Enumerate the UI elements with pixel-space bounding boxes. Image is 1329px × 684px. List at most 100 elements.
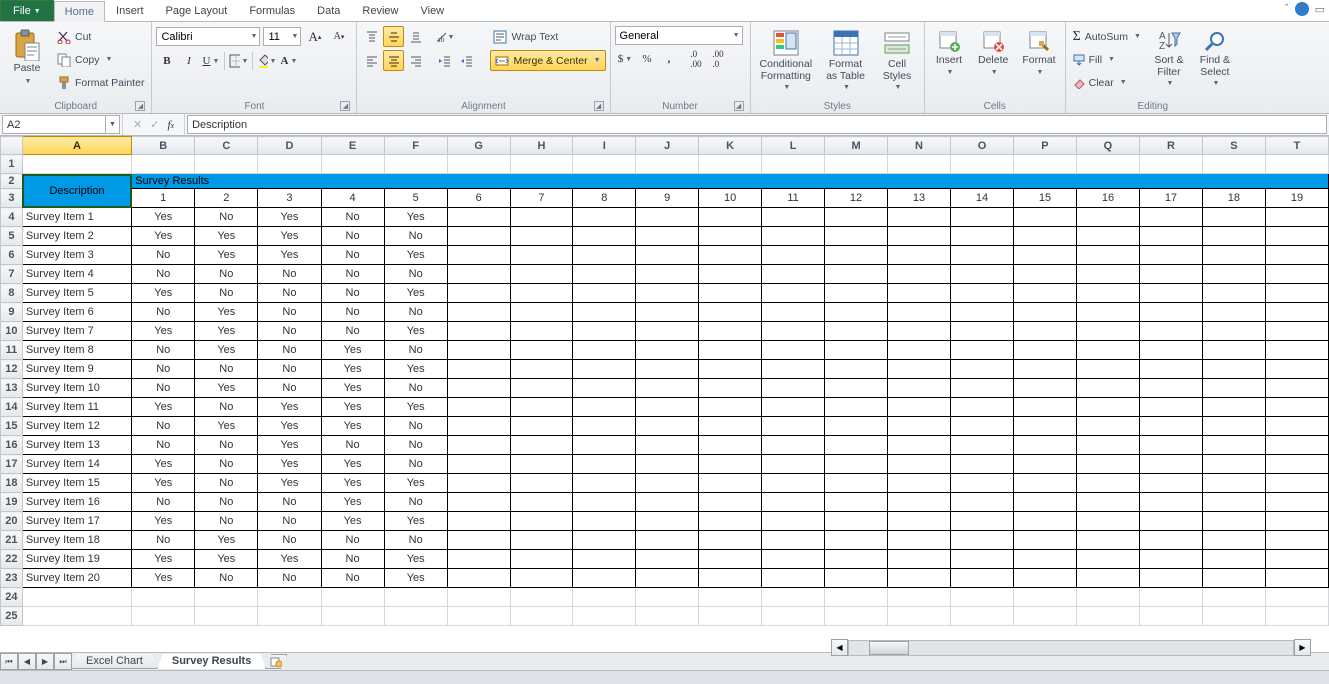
cell-A25[interactable]: [22, 607, 131, 626]
cell-O20[interactable]: [951, 512, 1014, 531]
cell-D6[interactable]: Yes: [258, 246, 321, 265]
orientation-button[interactable]: ab▼: [434, 26, 455, 47]
font-size-combo[interactable]: ▼: [263, 27, 301, 46]
cell-C24[interactable]: [195, 588, 258, 607]
cell-S6[interactable]: [1202, 246, 1265, 265]
sheet-nav-last[interactable]: ⏭: [54, 653, 72, 670]
fx-icon[interactable]: fx: [167, 119, 174, 131]
cell-T24[interactable]: [1265, 588, 1328, 607]
row-head-6[interactable]: 6: [1, 246, 23, 265]
cell-A17[interactable]: Survey Item 14: [22, 455, 131, 474]
underline-button[interactable]: U▼: [200, 50, 221, 71]
cell-B21[interactable]: No: [132, 531, 195, 550]
cell-E23[interactable]: No: [321, 569, 384, 588]
cell-T15[interactable]: [1265, 417, 1328, 436]
cell-R20[interactable]: [1139, 512, 1202, 531]
format-cells-button[interactable]: Format▼: [1017, 26, 1060, 79]
cell-E21[interactable]: No: [321, 531, 384, 550]
cell-L17[interactable]: [762, 455, 825, 474]
cell-C25[interactable]: [195, 607, 258, 626]
cell-E9[interactable]: No: [321, 303, 384, 322]
sheet-tab-survey-results[interactable]: Survey Results: [157, 654, 266, 669]
cell-I12[interactable]: [573, 360, 636, 379]
cell-J17[interactable]: [636, 455, 699, 474]
cell-L15[interactable]: [762, 417, 825, 436]
align-top-button[interactable]: [361, 26, 382, 47]
cell-J4[interactable]: [636, 208, 699, 227]
cell-Q6[interactable]: [1076, 246, 1139, 265]
cell-O4[interactable]: [951, 208, 1014, 227]
percent-format-button[interactable]: %: [637, 48, 658, 69]
cell-B16[interactable]: No: [132, 436, 195, 455]
col-head-I[interactable]: I: [573, 137, 636, 155]
col-head-L[interactable]: L: [762, 137, 825, 155]
cell-P19[interactable]: [1013, 493, 1076, 512]
cell-C15[interactable]: Yes: [195, 417, 258, 436]
tab-home[interactable]: Home: [54, 1, 105, 22]
cell-N20[interactable]: [888, 512, 951, 531]
col-head-M[interactable]: M: [825, 137, 888, 155]
cell-T7[interactable]: [1265, 265, 1328, 284]
cell-O18[interactable]: [951, 474, 1014, 493]
cell-F14[interactable]: Yes: [384, 398, 447, 417]
cell-I15[interactable]: [573, 417, 636, 436]
cell-J12[interactable]: [636, 360, 699, 379]
cell-F24[interactable]: [384, 588, 447, 607]
row-head-4[interactable]: 4: [1, 208, 23, 227]
cell-H14[interactable]: [510, 398, 573, 417]
cell-Q24[interactable]: [1076, 588, 1139, 607]
cell-F15[interactable]: No: [384, 417, 447, 436]
cell-F20[interactable]: Yes: [384, 512, 447, 531]
cell-P10[interactable]: [1013, 322, 1076, 341]
cell-C1[interactable]: [195, 155, 258, 174]
cell-I11[interactable]: [573, 341, 636, 360]
cell-Q1[interactable]: [1076, 155, 1139, 174]
cell-F22[interactable]: Yes: [384, 550, 447, 569]
cell-G17[interactable]: [447, 455, 510, 474]
cell-P23[interactable]: [1013, 569, 1076, 588]
cell-N17[interactable]: [888, 455, 951, 474]
cell-R11[interactable]: [1139, 341, 1202, 360]
col-head-H[interactable]: H: [510, 137, 573, 155]
cell-G5[interactable]: [447, 227, 510, 246]
cell-L11[interactable]: [762, 341, 825, 360]
cell-S20[interactable]: [1202, 512, 1265, 531]
cell-L19[interactable]: [762, 493, 825, 512]
cell-M3[interactable]: 12: [825, 189, 888, 208]
cell-N4[interactable]: [888, 208, 951, 227]
cell-L9[interactable]: [762, 303, 825, 322]
tab-page-layout[interactable]: Page Layout: [155, 0, 239, 21]
cell-F10[interactable]: Yes: [384, 322, 447, 341]
cell-C10[interactable]: Yes: [195, 322, 258, 341]
cell-K20[interactable]: [699, 512, 762, 531]
cell-G11[interactable]: [447, 341, 510, 360]
col-head-R[interactable]: R: [1139, 137, 1202, 155]
row-head-21[interactable]: 21: [1, 531, 23, 550]
cell-S12[interactable]: [1202, 360, 1265, 379]
cell-S16[interactable]: [1202, 436, 1265, 455]
cell-Q14[interactable]: [1076, 398, 1139, 417]
cell-G6[interactable]: [447, 246, 510, 265]
cell-K5[interactable]: [699, 227, 762, 246]
cell-C13[interactable]: Yes: [195, 379, 258, 398]
sheet-nav-first[interactable]: ⏮: [0, 653, 18, 670]
cell-C4[interactable]: No: [195, 208, 258, 227]
cell-O7[interactable]: [951, 265, 1014, 284]
conditional-formatting-button[interactable]: Conditional Formatting▼: [755, 26, 818, 94]
cell-K15[interactable]: [699, 417, 762, 436]
cell-G19[interactable]: [447, 493, 510, 512]
cell-D3[interactable]: 3: [258, 189, 321, 208]
cell-N6[interactable]: [888, 246, 951, 265]
cell-L13[interactable]: [762, 379, 825, 398]
cell-L24[interactable]: [762, 588, 825, 607]
cell-P15[interactable]: [1013, 417, 1076, 436]
cell-G3[interactable]: 6: [447, 189, 510, 208]
cell-D5[interactable]: Yes: [258, 227, 321, 246]
cell-O5[interactable]: [951, 227, 1014, 246]
cell-N16[interactable]: [888, 436, 951, 455]
row-head-9[interactable]: 9: [1, 303, 23, 322]
cell-B19[interactable]: No: [132, 493, 195, 512]
cell-F7[interactable]: No: [384, 265, 447, 284]
row-head-2[interactable]: 2: [1, 174, 23, 189]
cell-A16[interactable]: Survey Item 13: [22, 436, 131, 455]
